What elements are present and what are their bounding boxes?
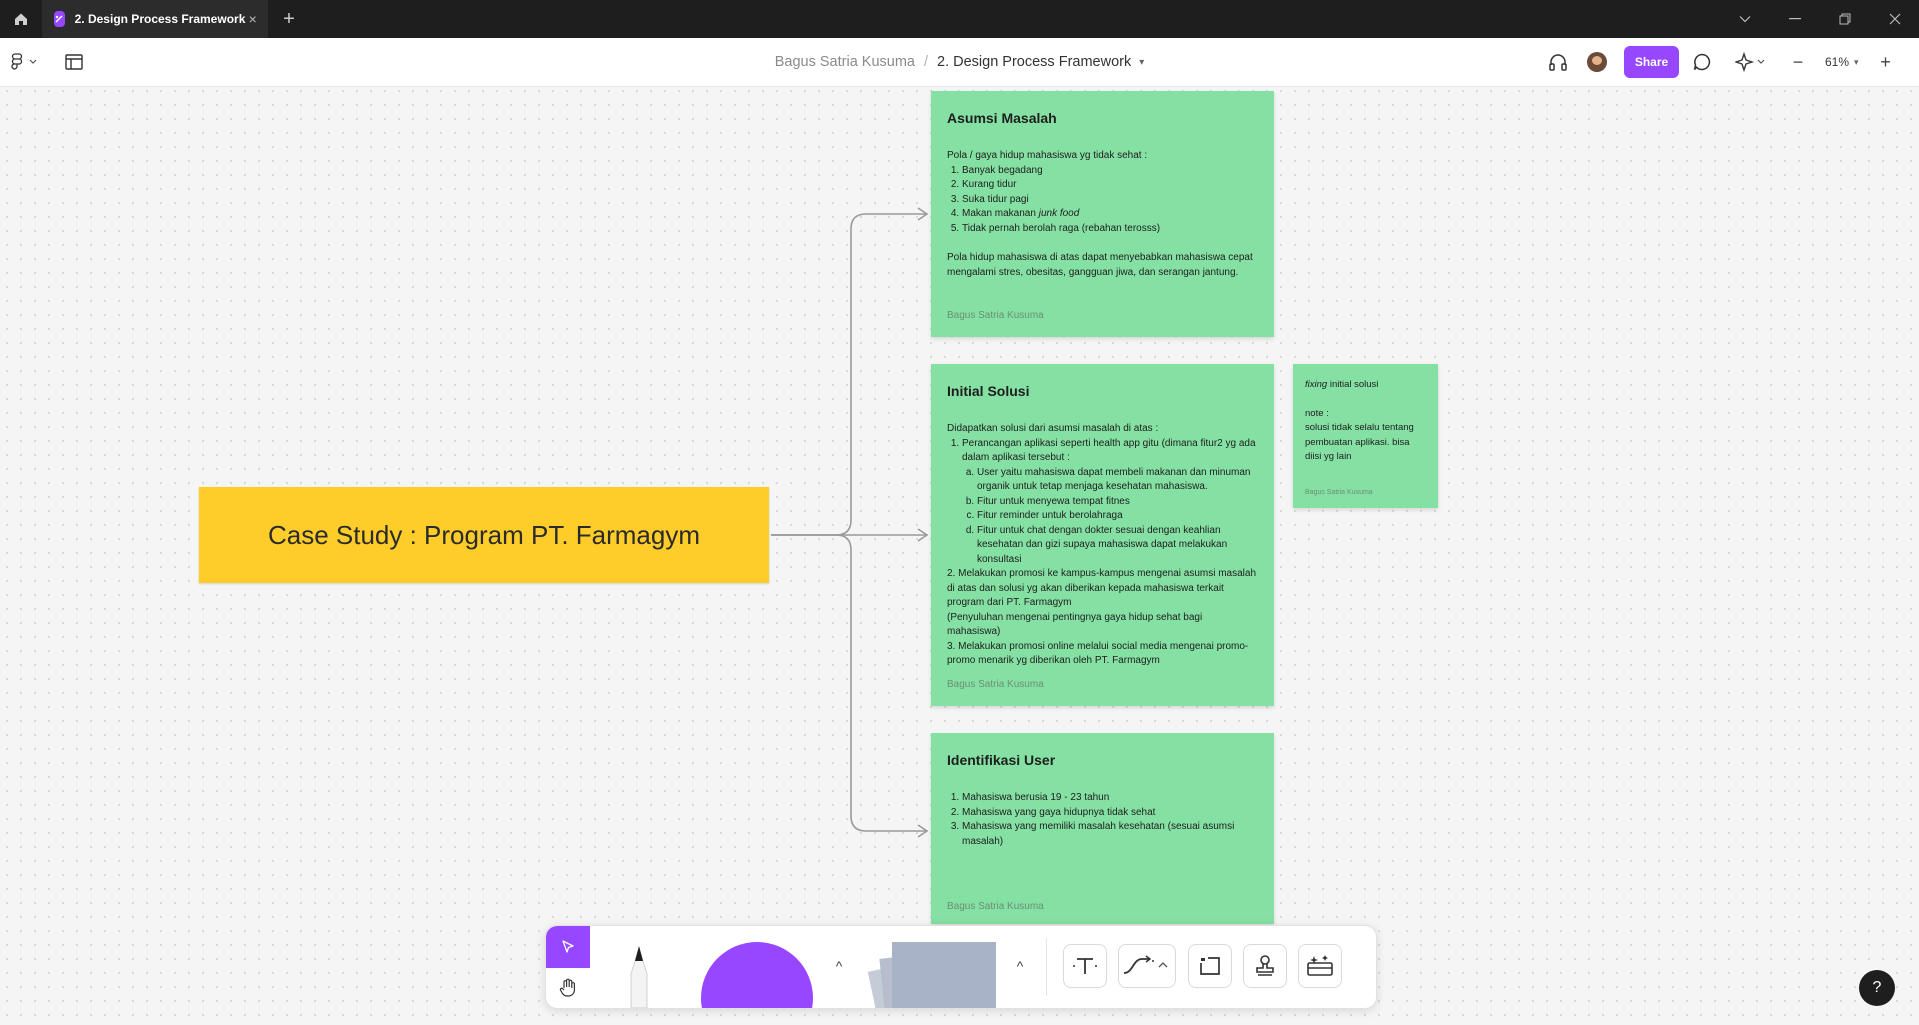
minimize-icon[interactable]: [1771, 0, 1819, 38]
chevron-down-icon: [29, 59, 37, 64]
new-tab-button[interactable]: +: [276, 6, 302, 32]
list-item: Perancangan aplikasi seperti health app …: [962, 437, 1258, 568]
list-item: Banyak begadang: [962, 164, 1258, 179]
zoom-control: − 61% ▾ +: [1785, 46, 1909, 78]
sticky-paragraph: 3. Melakukan promosi online melalui soci…: [947, 640, 1249, 667]
section-frame-icon: [1200, 957, 1220, 975]
sticky-asumsi-masalah[interactable]: Asumsi Masalah Pola / gaya hidup mahasis…: [931, 91, 1274, 337]
zoom-in-button[interactable]: +: [1873, 52, 1899, 73]
breadcrumb-separator: /: [923, 54, 929, 70]
solution-list: Perancangan aplikasi seperti health app …: [947, 437, 1258, 568]
sticky-title: Initial Solusi: [947, 383, 1030, 399]
sticky-author: Bagus Satria Kusuma: [947, 310, 1044, 321]
avatar[interactable]: [1587, 52, 1607, 72]
stamp-icon: [1256, 955, 1274, 976]
figma-logo-icon: [11, 53, 23, 70]
sticky-author: Bagus Satria Kusuma: [947, 901, 1044, 912]
figjam-file-icon: [54, 11, 65, 27]
sublist-item: Fitur untuk menyewa tempat fitnes: [977, 495, 1258, 510]
widget-sparkle-icon: [1307, 955, 1333, 976]
list-item-text: Makan makanan: [962, 208, 1039, 219]
list-item-text: Perancangan aplikasi seperti health app …: [962, 437, 1256, 464]
editor-toolbar: Bagus Satria Kusuma / 2. Design Process …: [0, 38, 1919, 87]
sticky-body: Pola hidup mahasiswa di atas dapat menye…: [947, 252, 1253, 278]
ai-sparkle-icon[interactable]: [1732, 50, 1768, 74]
list-item: Mahasiswa berusia 19 - 23 tahun: [962, 791, 1258, 806]
user-list: Mahasiswa berusia 19 - 23 tahun Mahasisw…: [947, 791, 1258, 849]
sublist-item: Fitur reminder untuk berolahraga: [977, 509, 1258, 524]
sublist-item: Fitur untuk chat dengan dokter sesuai de…: [977, 524, 1258, 568]
connector-icon: [1123, 955, 1168, 974]
note-body: solusi tidak selalu tentang pembuatan ap…: [1305, 422, 1414, 462]
list-item: Mahasiswa yang gaya hidupnya tidak sehat: [962, 806, 1258, 821]
home-icon[interactable]: [8, 6, 34, 32]
zoom-level[interactable]: 61%: [1825, 55, 1849, 69]
marker-pen-icon[interactable]: [614, 940, 664, 1008]
help-button[interactable]: ?: [1859, 970, 1895, 1006]
problem-list: Banyak begadang Kurang tidur Suka tidur …: [947, 164, 1258, 237]
sublist-item: User yaitu mahasiswa dapat membeli makan…: [977, 466, 1258, 495]
sticky-title: fixing initial solusi: [1305, 378, 1426, 393]
select-tool-button[interactable]: [546, 926, 590, 968]
list-item: Suka tidur pagi: [962, 193, 1258, 208]
file-tab[interactable]: 2. Design Process Framework ×: [42, 0, 268, 38]
audio-headphones-icon[interactable]: [1546, 50, 1570, 74]
note-label: note :: [1305, 407, 1329, 419]
sticky-title: Identifikasi User: [947, 752, 1056, 768]
share-button[interactable]: Share: [1624, 46, 1679, 78]
list-item: Mahasiswa yang memiliki masalah kesehata…: [962, 820, 1258, 849]
case-study-shape[interactable]: Case Study : Program PT. Farmagym: [199, 487, 769, 583]
zoom-chevron-icon[interactable]: ▾: [1854, 57, 1859, 68]
sticky-author: Bagus Satria Kusuma: [947, 679, 1044, 690]
sticky-fixing-note[interactable]: fixing initial solusi note : solusi tida…: [1293, 364, 1438, 508]
list-item: Makan makanan junk food: [962, 207, 1258, 222]
layout-panel-icon[interactable]: [62, 50, 86, 74]
list-item-emphasis: junk food: [1038, 208, 1080, 219]
tab-title: 2. Design Process Framework: [74, 12, 246, 26]
sticky-title-text: initial solusi: [1327, 379, 1379, 390]
window-titlebar: 2. Design Process Framework × +: [0, 0, 1919, 38]
shape-tool-circle[interactable]: [701, 942, 813, 1008]
connector-tool-button[interactable]: [1118, 944, 1176, 988]
sticky-options-chevron-icon[interactable]: ^: [1010, 956, 1030, 976]
sticky-intro: Didapatkan solusi dari asumsi masalah di…: [947, 423, 1159, 434]
bottom-tool-dock: ^ ^: [545, 925, 1377, 1009]
hand-icon: [559, 978, 575, 997]
zoom-out-button[interactable]: −: [1785, 52, 1811, 73]
sticky-paragraph: 2. Melakukan promosi ke kampus-kampus me…: [947, 568, 1257, 608]
sticky-initial-solusi[interactable]: Initial Solusi Didapatkan solusi dari as…: [931, 364, 1274, 706]
hand-tool-button[interactable]: [546, 968, 590, 1008]
close-tab-icon[interactable]: ×: [245, 11, 260, 27]
sticky-author: Bagus Satria Kusuma: [1305, 489, 1373, 496]
file-name[interactable]: 2. Design Process Framework: [937, 54, 1131, 70]
comment-icon[interactable]: [1690, 50, 1714, 74]
sticky-note-tool[interactable]: [892, 942, 996, 1008]
file-menu-chevron-icon[interactable]: ▾: [1139, 57, 1144, 68]
breadcrumb-owner[interactable]: Bagus Satria Kusuma: [775, 54, 915, 70]
list-item: Kurang tidur: [962, 178, 1258, 193]
main-menu-button[interactable]: [10, 50, 42, 74]
case-study-title: Case Study : Program PT. Farmagym: [267, 519, 701, 550]
tabs-dropdown-icon[interactable]: [1721, 0, 1769, 38]
feature-sublist: User yaitu mahasiswa dapat membeli makan…: [962, 466, 1258, 568]
sticky-intro: Pola / gaya hidup mahasiswa yg tidak seh…: [947, 150, 1148, 161]
close-window-icon[interactable]: [1871, 0, 1919, 38]
section-tool-button[interactable]: [1188, 944, 1232, 988]
sticky-title: Asumsi Masalah: [947, 110, 1057, 126]
templates-tool-button[interactable]: [1298, 944, 1342, 988]
cursor-arrow-icon: [562, 940, 574, 953]
dock-divider: [1046, 938, 1047, 996]
sticky-title-emphasis: fixing: [1305, 379, 1328, 390]
list-item: Tidak pernah berolah raga (rebahan teros…: [962, 222, 1258, 237]
stamp-tool-button[interactable]: [1243, 944, 1287, 988]
shape-options-chevron-icon[interactable]: ^: [829, 956, 849, 976]
text-icon: [1073, 958, 1097, 974]
sticky-paragraph: (Penyuluhan mengenai pentingnya gaya hid…: [947, 611, 1203, 638]
text-tool-button[interactable]: [1063, 944, 1107, 988]
sticky-identifikasi-user[interactable]: Identifikasi User Mahasiswa berusia 19 -…: [931, 733, 1274, 924]
restore-icon[interactable]: [1821, 0, 1869, 38]
